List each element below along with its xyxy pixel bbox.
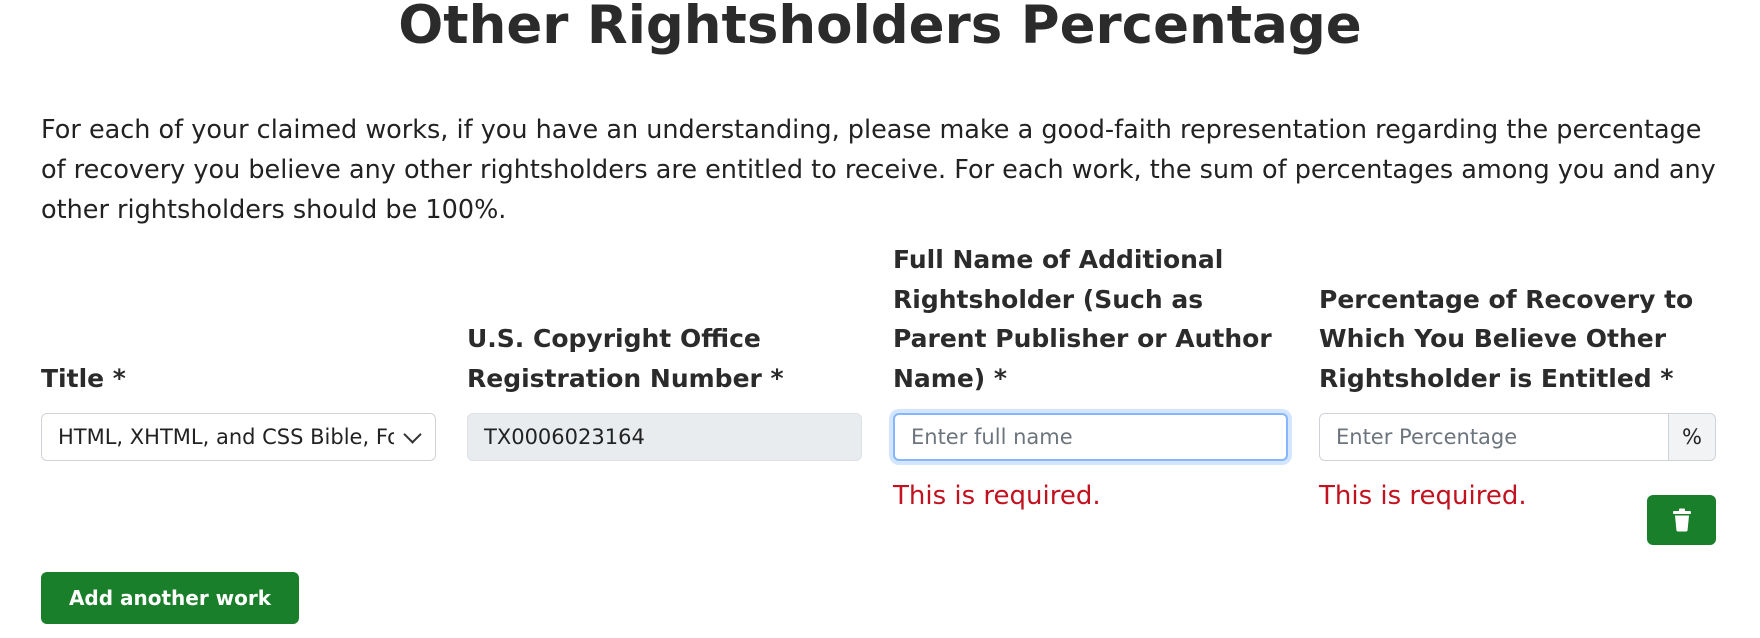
registration-label: U.S. Copyright Office Registration Numbe… bbox=[467, 324, 784, 393]
full-name-error: This is required. bbox=[893, 481, 1101, 511]
full-name-label: Full Name of Additional Rightsholder (Su… bbox=[893, 245, 1272, 393]
percent-suffix: % bbox=[1668, 413, 1716, 461]
trash-icon bbox=[1672, 508, 1691, 532]
intro-text: For each of your claimed works, if you h… bbox=[41, 115, 1716, 225]
chevron-down-icon bbox=[403, 424, 422, 444]
title-select[interactable]: HTML, XHTML, and CSS Bible, Fourth Editi… bbox=[41, 413, 436, 461]
percentage-error: This is required. bbox=[1319, 481, 1527, 511]
page-title: Other Rightsholders Percentage bbox=[398, 0, 1362, 56]
title-label: Title * bbox=[41, 363, 126, 393]
add-another-work-button[interactable]: Add another work bbox=[41, 572, 299, 624]
rightsholders-page: Other Rightsholders Percentage For each … bbox=[0, 0, 1760, 638]
registration-number-field: TX0006023164 bbox=[467, 413, 862, 461]
title-select-value: HTML, XHTML, and CSS Bible, Fourth Editi… bbox=[58, 425, 394, 449]
percentage-input[interactable] bbox=[1319, 413, 1669, 461]
percentage-label: Percentage of Recovery to Which You Beli… bbox=[1319, 284, 1694, 393]
full-name-input[interactable] bbox=[893, 413, 1288, 461]
registration-number-value: TX0006023164 bbox=[484, 425, 645, 449]
delete-row-button[interactable] bbox=[1647, 495, 1716, 545]
